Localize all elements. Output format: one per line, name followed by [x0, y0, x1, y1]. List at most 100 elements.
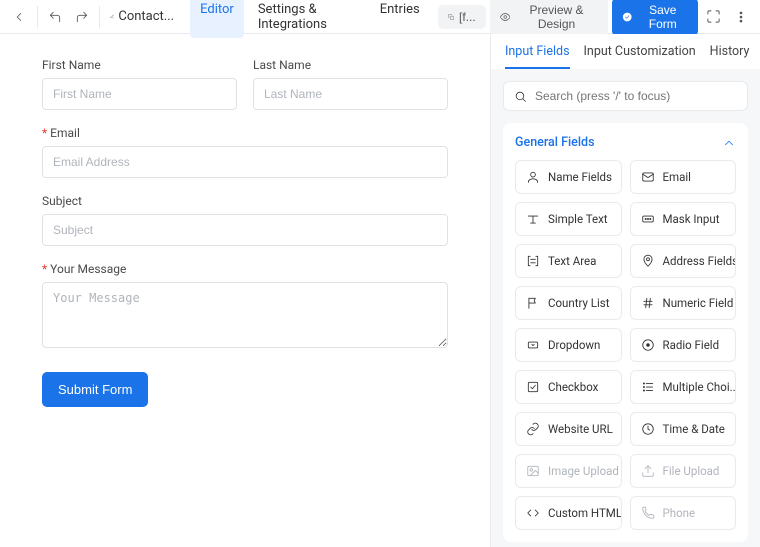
- field-type-label: Text Area: [548, 254, 596, 268]
- field-type-flag[interactable]: Country List: [515, 286, 622, 320]
- redo-button[interactable]: [71, 4, 94, 30]
- field-type-label: Mask Input: [663, 212, 720, 226]
- field-type-mail[interactable]: Email: [630, 160, 737, 194]
- input-subject[interactable]: [42, 214, 448, 246]
- sidebar-tabs: Input Fields Input Customization History: [491, 34, 760, 69]
- tab-input-fields[interactable]: Input Fields: [505, 44, 570, 69]
- field-type-list[interactable]: Multiple Choi...: [630, 370, 737, 404]
- panel-header[interactable]: General Fields: [515, 135, 736, 150]
- upload-icon: [641, 464, 655, 478]
- search-input[interactable]: [535, 89, 737, 103]
- save-button[interactable]: Save Form: [612, 0, 698, 36]
- content: First Name Last Name Email Subject Your …: [0, 34, 760, 547]
- general-fields-panel: General Fields Name Fields Email Simple Te…: [503, 123, 748, 542]
- sidebar-body: General Fields Name Fields Email Simple Te…: [491, 69, 760, 547]
- pin-icon: [641, 254, 655, 268]
- more-button[interactable]: [729, 4, 752, 30]
- tab-input-customization[interactable]: Input Customization: [584, 44, 696, 69]
- field-type-label: Dropdown: [548, 338, 600, 352]
- field-type-label: Multiple Choi...: [663, 380, 737, 394]
- divider: [99, 6, 100, 28]
- field-type-phone: Phone: [630, 496, 737, 530]
- label-last-name: Last Name: [253, 58, 448, 72]
- form-canvas: First Name Last Name Email Subject Your …: [0, 34, 490, 547]
- input-email[interactable]: [42, 146, 448, 178]
- list-icon: [641, 380, 655, 394]
- field-type-label: Email: [663, 170, 691, 184]
- field-first-name[interactable]: First Name: [42, 58, 237, 110]
- field-type-area[interactable]: Text Area: [515, 244, 622, 278]
- field-type-link[interactable]: Website URL: [515, 412, 622, 446]
- field-type-hash[interactable]: Numeric Field: [630, 286, 737, 320]
- eye-icon: [500, 11, 510, 23]
- mask-icon: [641, 212, 655, 226]
- clock-icon: [641, 422, 655, 436]
- undo-button[interactable]: [44, 4, 67, 30]
- field-type-mask[interactable]: Mask Input: [630, 202, 737, 236]
- field-type-text[interactable]: Simple Text: [515, 202, 622, 236]
- field-last-name[interactable]: Last Name: [253, 58, 448, 110]
- tab-settings[interactable]: Settings & Integrations: [248, 0, 366, 38]
- search-box[interactable]: [503, 81, 748, 111]
- label-subject: Subject: [42, 194, 448, 208]
- input-first-name[interactable]: [42, 78, 237, 110]
- tab-history[interactable]: History: [710, 44, 750, 69]
- field-type-label: Radio Field: [663, 338, 720, 352]
- field-type-check[interactable]: Checkbox: [515, 370, 622, 404]
- check-circle-icon: [622, 11, 632, 23]
- form-name[interactable]: Contact...: [106, 9, 178, 24]
- flag-icon: [526, 296, 540, 310]
- field-message[interactable]: Your Message: [42, 262, 448, 348]
- field-subject[interactable]: Subject: [42, 194, 448, 246]
- field-type-label: Simple Text: [548, 212, 608, 226]
- field-type-user[interactable]: Name Fields: [515, 160, 622, 194]
- link-icon: [526, 422, 540, 436]
- mail-icon: [641, 170, 655, 184]
- code-icon: [526, 506, 540, 520]
- shortcode-button[interactable]: [f...: [438, 5, 486, 29]
- panel-title: General Fields: [515, 135, 595, 150]
- field-type-label: Time & Date: [663, 422, 725, 436]
- field-type-clock[interactable]: Time & Date: [630, 412, 737, 446]
- field-type-radio[interactable]: Radio Field: [630, 328, 737, 362]
- fullscreen-button[interactable]: [702, 4, 725, 30]
- input-message[interactable]: [42, 282, 448, 348]
- divider: [37, 6, 38, 28]
- field-type-drop[interactable]: Dropdown: [515, 328, 622, 362]
- copy-icon: [448, 11, 454, 23]
- tab-editor[interactable]: Editor: [190, 0, 244, 38]
- shortcode-label: [f...: [459, 10, 476, 24]
- input-last-name[interactable]: [253, 78, 448, 110]
- main-tabs: Editor Settings & Integrations Entries: [190, 0, 430, 38]
- field-type-label: Address Fields: [663, 254, 737, 268]
- back-button[interactable]: [8, 4, 31, 30]
- drop-icon: [526, 338, 540, 352]
- field-type-label: Phone: [663, 506, 696, 520]
- preview-button[interactable]: Preview & Design: [490, 0, 608, 36]
- edit-icon: [110, 10, 114, 23]
- field-type-label: Website URL: [548, 422, 613, 436]
- preview-label: Preview & Design: [515, 3, 598, 31]
- field-type-label: Checkbox: [548, 380, 598, 394]
- area-icon: [526, 254, 540, 268]
- submit-button[interactable]: Submit Form: [42, 372, 148, 407]
- label-email: Email: [42, 126, 448, 140]
- tab-entries[interactable]: Entries: [370, 0, 430, 38]
- field-email[interactable]: Email: [42, 126, 448, 178]
- chevron-up-icon: [722, 136, 736, 150]
- field-type-label: Custom HTML: [548, 506, 622, 520]
- hash-icon: [641, 296, 655, 310]
- field-type-label: Name Fields: [548, 170, 612, 184]
- field-type-label: File Upload: [663, 464, 720, 478]
- check-icon: [526, 380, 540, 394]
- user-icon: [526, 170, 540, 184]
- text-icon: [526, 212, 540, 226]
- field-type-upload: File Upload: [630, 454, 737, 488]
- sidebar: Input Fields Input Customization History…: [490, 34, 760, 547]
- field-type-label: Numeric Field: [663, 296, 734, 310]
- form-name-text: Contact...: [118, 9, 174, 24]
- field-type-label: Image Upload: [548, 464, 619, 478]
- field-type-pin[interactable]: Address Fields: [630, 244, 737, 278]
- field-type-image: Image Upload: [515, 454, 622, 488]
- field-type-code[interactable]: Custom HTML: [515, 496, 622, 530]
